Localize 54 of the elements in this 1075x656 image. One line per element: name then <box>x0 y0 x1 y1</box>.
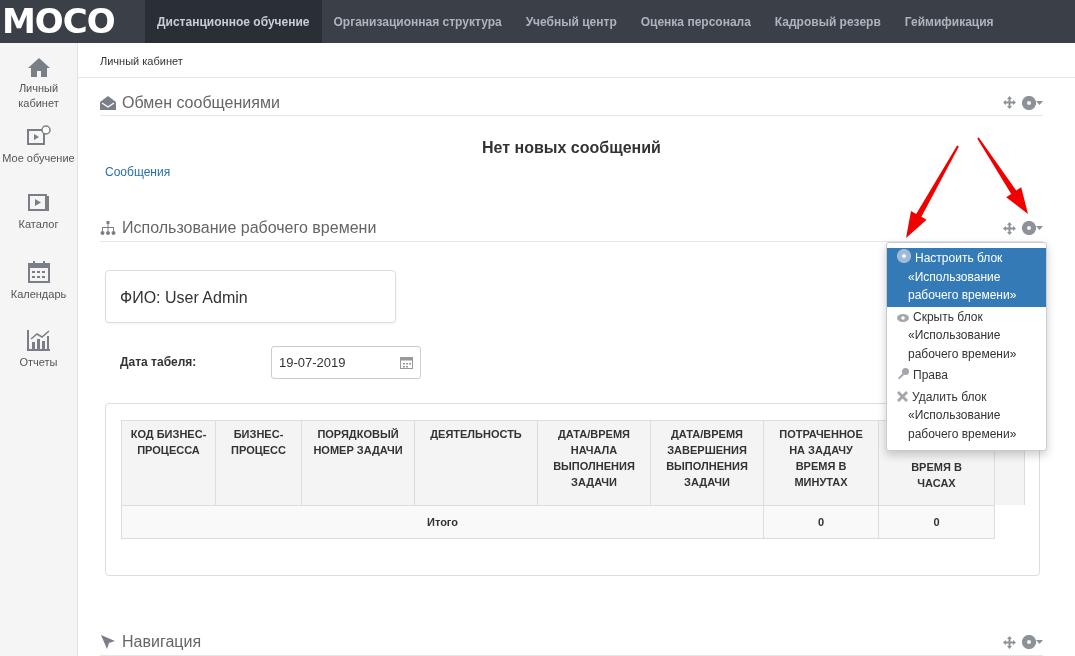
sidebar-item[interactable]: Календарь <box>0 261 77 329</box>
nav-tab[interactable]: Дистанционное обучение <box>145 0 322 43</box>
block-title: Навигация <box>122 632 202 653</box>
sidebar-item[interactable]: Мое обучение <box>0 125 77 193</box>
column-header: ПОРЯДКОВЫЙ НОМЕР ЗАДАЧИ <box>301 420 415 506</box>
menu-item[interactable]: Настроить блок «Использование рабочего времени» <box>887 248 1046 307</box>
empty-message: Нет новых сообщений <box>481 138 662 158</box>
video-icon <box>27 193 50 213</box>
table-cell: 0 <box>878 505 995 539</box>
calendar-icon <box>27 261 50 283</box>
sidebar-item[interactable]: Отчеты <box>0 329 77 397</box>
messages-link[interactable]: Сообщения <box>100 163 171 182</box>
chart-icon <box>26 329 51 351</box>
settings-icon <box>1022 635 1036 650</box>
column-header: ПОТРАЧЕННОЕ НА ЗАДАЧУ ВРЕМЯ В МИНУТАХ <box>763 420 879 506</box>
home-icon <box>27 57 50 77</box>
calendar-icon <box>400 355 413 369</box>
menu-item[interactable]: Права <box>887 365 1046 387</box>
move-icon <box>1003 221 1016 235</box>
settings-icon <box>1022 221 1036 236</box>
settings-icon <box>897 249 911 264</box>
close-icon <box>897 390 908 402</box>
cursor-icon <box>100 634 116 651</box>
logo[interactable]: MOCO <box>0 0 145 43</box>
column-header: КОД БИЗНЕС-ПРОЦЕССА <box>121 420 216 506</box>
column-header: ДАТА/ВРЕМЯ НАЧАЛА ВЫПОЛНЕНИЯ ЗАДАЧИ <box>537 420 651 506</box>
column-header: ДАТА/ВРЕМЯ ЗАВЕРШЕНИЯ ВЫПОЛНЕНИЯ ЗАДАЧИ <box>650 420 764 506</box>
caret-icon <box>1036 226 1043 231</box>
menu-item[interactable]: Скрыть блок «Использование рабочего времени» <box>887 306 1046 366</box>
date-field[interactable]: 19-07-2019 <box>271 345 421 379</box>
breadcrumb: Личный кабинет <box>78 43 1075 78</box>
column-header: ДЕЯТЕЛЬНОСТЬ <box>414 420 538 506</box>
eye-icon <box>897 313 909 322</box>
key-icon <box>897 368 909 381</box>
settings-button[interactable] <box>1022 95 1043 110</box>
name-card: ФИО: User Admin <box>105 269 396 323</box>
settings-icon <box>1022 95 1036 110</box>
table-cell: Итого <box>121 505 764 539</box>
settings-button[interactable] <box>1022 221 1043 236</box>
block-title: Обмен сообщениями <box>122 92 280 113</box>
video-icon <box>26 125 51 147</box>
column-header: БИЗНЕС-ПРОЦЕСС <box>215 420 302 506</box>
settings-button[interactable] <box>1022 635 1043 650</box>
sidebar-item[interactable]: Каталог <box>0 193 77 261</box>
block-title: Использование рабочего времени <box>122 218 377 239</box>
move-icon <box>1003 635 1016 649</box>
hierarchy-icon <box>100 221 116 236</box>
field-label: Дата табеля: <box>120 354 198 372</box>
envelope-icon <box>100 95 116 110</box>
caret-icon <box>1036 100 1043 105</box>
table-cell: 0 <box>763 505 879 539</box>
caret-icon <box>1036 640 1043 645</box>
move-icon <box>1003 96 1016 109</box>
sidebar-item[interactable]: Личный кабинет <box>0 57 77 125</box>
